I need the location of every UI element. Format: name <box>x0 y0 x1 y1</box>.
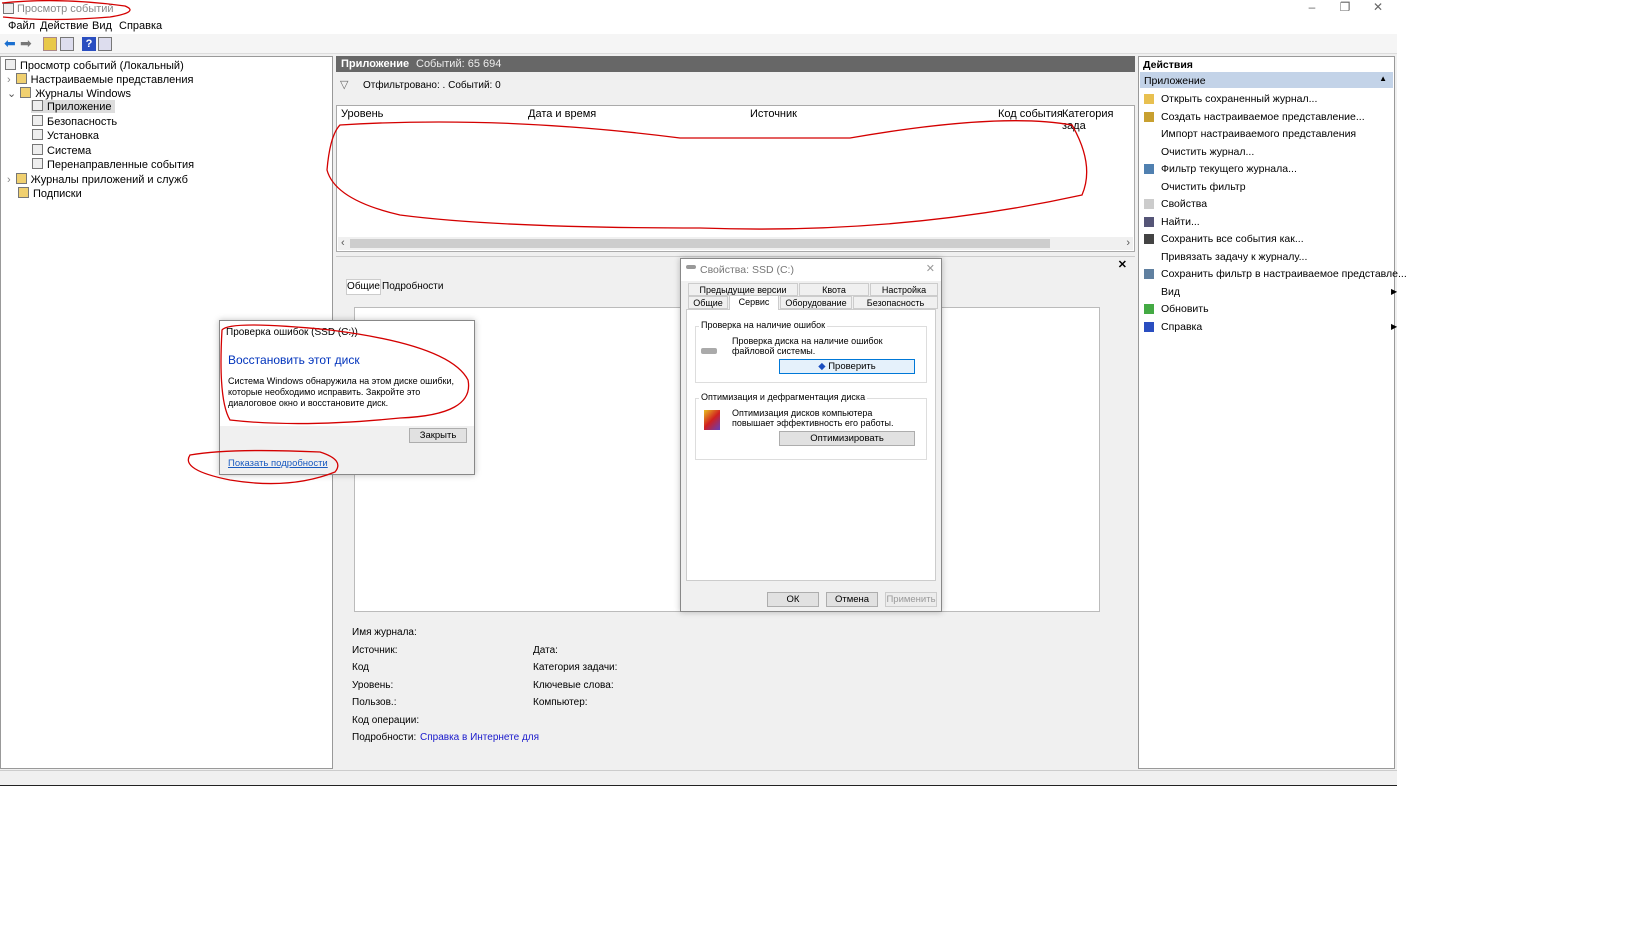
annotation-details-link-ellipse <box>187 449 339 485</box>
red-annotations <box>1 0 1088 485</box>
annotation-title-ellipse <box>1 0 131 21</box>
annotation-table-ellipse <box>326 120 1088 230</box>
props-tab-service-active[interactable]: Сервис <box>729 295 779 310</box>
annotation-error-dialog-ellipse <box>220 324 470 425</box>
